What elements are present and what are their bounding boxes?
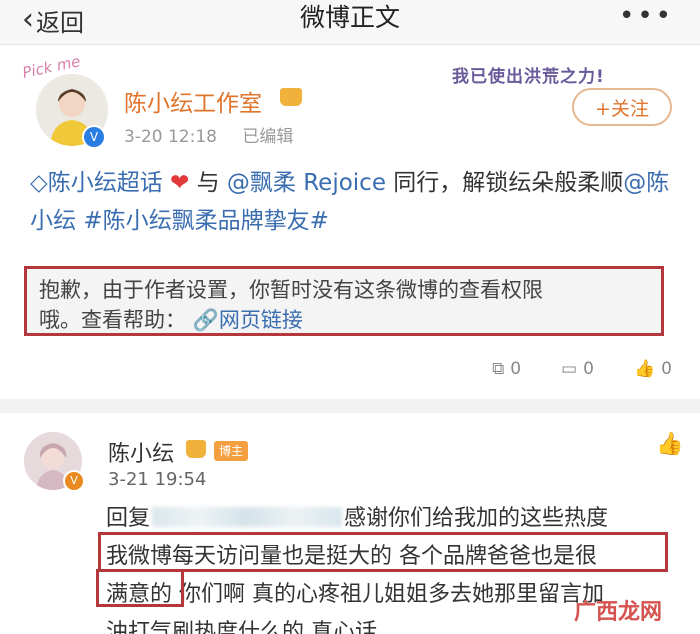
blogger-badge: 博主: [214, 441, 249, 461]
weibo-post: Pick me V 陈小纭工作室 3-20 12:18 已编辑 我已使出洪荒之力…: [8, 52, 692, 397]
like-count: 0: [661, 359, 672, 379]
crown-icon: [280, 88, 302, 106]
verified-badge-icon: V: [82, 125, 106, 149]
super-topic-icon: ◇: [30, 170, 48, 196]
thumbs-up-icon: 👍: [634, 359, 656, 379]
watermark: 广西龙网: [574, 600, 663, 625]
section-divider: [0, 399, 700, 413]
slogan-decoration: 我已使出洪荒之力!: [452, 67, 605, 87]
comment-time: 3-21 19:54: [108, 469, 207, 490]
blurred-username: [152, 507, 343, 527]
post-body: ◇陈小纭超话 ❤ 与 @飘柔 Rejoice 同行，解锁纭朵般柔顺@陈小纭 #陈…: [30, 164, 680, 240]
notice-line-2: 哦。查看帮助： 🔗网页链接: [39, 305, 649, 335]
web-link[interactable]: 网页链接: [219, 308, 303, 332]
edited-label: 已编辑: [242, 127, 294, 147]
comment-icon: ▭: [561, 359, 578, 379]
like-button[interactable]: 👍 0: [634, 359, 672, 379]
highlight-box-2: [96, 569, 184, 607]
highlight-box-1: [98, 532, 668, 572]
comment-button[interactable]: ▭ 0: [561, 359, 594, 379]
notice-line-1: 抱歉，由于作者设置，你暂时没有这条微博的查看权限: [39, 278, 543, 302]
screenshot: ‹ 返回 微博正文 ••• Pick me V 陈小纭工作室 3-20 12:1…: [0, 0, 700, 634]
follow-button[interactable]: +关注: [572, 88, 672, 126]
comment-like-icon[interactable]: 👍: [656, 432, 683, 457]
crown-icon: [186, 440, 206, 458]
repost-button[interactable]: ⧉ 0: [492, 359, 521, 379]
comment-author-name[interactable]: 陈小纭: [108, 436, 174, 468]
verified-badge-icon: V: [63, 470, 85, 492]
permission-notice: 抱歉，由于作者设置，你暂时没有这条微博的查看权限 哦。查看帮助： 🔗网页链接: [24, 266, 664, 336]
body-text-with: 与: [196, 170, 220, 196]
body-text: 同行，解锁纭朵般柔顺: [393, 170, 624, 196]
post-time: 3-20 12:18: [124, 127, 217, 147]
mention-link-rejoice[interactable]: @飘柔 Rejoice: [227, 170, 386, 196]
comment-count: 0: [583, 359, 594, 379]
post-meta: 3-20 12:18 已编辑: [124, 122, 293, 147]
hashtag-link[interactable]: #陈小纭飘柔品牌挚友#: [83, 208, 329, 234]
reply-prefix: 回复: [106, 506, 151, 531]
more-options-icon[interactable]: •••: [619, 3, 674, 29]
comment-text-3b: 你们啊 真的心疼祖儿姐姐多去她那里留言加: [172, 582, 605, 607]
heart-icon: ❤: [170, 170, 190, 196]
super-topic-link[interactable]: 陈小纭超话: [48, 170, 163, 196]
post-actions: ⧉ 0 ▭ 0 👍 0: [492, 359, 672, 379]
repost-icon: ⧉: [492, 359, 505, 379]
notice-prefix: 哦。查看帮助：: [39, 308, 186, 332]
post-author-name[interactable]: 陈小纭工作室: [124, 84, 262, 118]
repost-count: 0: [510, 359, 522, 379]
page-title: 微博正文: [299, 3, 400, 32]
top-nav-bar: ‹ 返回 微博正文 •••: [0, 0, 700, 45]
comment-text-1: 感谢你们给我加的这些热度: [344, 506, 609, 531]
link-icon: 🔗: [192, 308, 219, 332]
